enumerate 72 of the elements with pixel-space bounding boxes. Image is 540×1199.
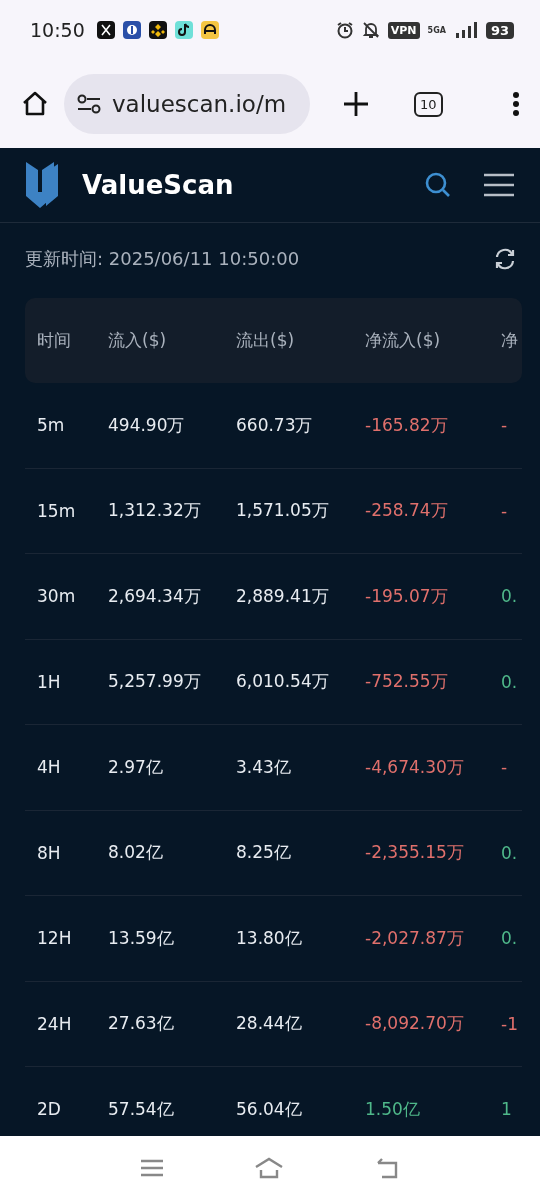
table-cell-text: 8H [37,842,62,863]
alarm-icon [335,21,354,39]
new-tab-icon[interactable] [342,90,370,118]
table-cell-text: 0. [501,928,519,949]
status-time: 10:50 [30,19,85,41]
table-cell-text: 27.63亿 [108,1012,175,1036]
table-cell-text: -165.82万 [365,413,449,437]
table-cell-text: -258.74万 [365,499,449,523]
column-header: 流入($) [108,329,168,352]
app-icon [174,21,193,39]
battery-level: 93 [485,21,514,39]
table-cell-text: 494.90万 [108,413,186,437]
update-time: 更新时间: 2025/06/11 10:50:00 [25,247,301,271]
brand-name: ValueScan [82,170,234,200]
table-cell-text: - [501,500,509,521]
table-cell-text: 1,312.32万 [108,499,202,523]
network-label: 5GA [427,25,446,35]
column-header: 净流入($) [365,329,442,352]
table-cell-text: 660.73万 [236,413,314,437]
table-cell-text: - [501,757,509,778]
app-icon [148,21,167,39]
table-cell-text: 0. [501,586,519,607]
app-icon [96,21,115,39]
table-cell-text: - [501,415,509,436]
table-cell-text: 13.80亿 [236,926,303,950]
table-cell-text: 1 [501,1099,513,1120]
table-cell-text: 4H [37,757,62,778]
table-cell-text: 56.04亿 [236,1097,303,1121]
table-cell-text: 5,257.99万 [108,670,202,694]
table-cell-text: 30m [37,586,77,607]
table-cell-text: 5m [37,415,66,436]
site-settings-icon[interactable] [76,93,102,115]
table-cell-text: 13.59亿 [108,926,175,950]
app-icon [200,21,219,39]
more-icon[interactable] [512,91,520,117]
vpn-badge: VPN [387,21,420,39]
table-cell-text: -4,674.30万 [365,755,465,779]
table-cell-text: 1H [37,671,62,692]
table-cell-text: 2,889.41万 [236,584,330,608]
table-cell-text: -1 [501,1013,519,1034]
tab-count[interactable]: 10 [414,91,443,117]
table-cell-text: 6,010.54万 [236,670,330,694]
table-cell-text: 24H [37,1013,73,1034]
column-header: 净 [501,329,519,352]
app-icon [122,21,141,39]
table-cell-text: 1.50亿 [365,1097,421,1121]
table-cell-text: 0. [501,671,519,692]
table-cell-text: -2,027.87万 [365,926,465,950]
table-cell-text: 1,571.05万 [236,499,330,523]
table-cell-text: 0. [501,842,519,863]
table-cell-text: -2,355.15万 [365,841,465,865]
table-cell-text: -195.07万 [365,584,449,608]
table-cell-text: 57.54亿 [108,1097,175,1121]
table-cell-text: 3.43亿 [236,755,292,779]
column-header: 流出($) [236,329,296,352]
table-cell-text: -8,092.70万 [365,1012,465,1036]
muted-bell-icon [361,21,380,39]
table-cell-text: 15m [37,500,77,521]
address-bar[interactable]: valuescan.io/m [64,74,310,134]
table-cell-text: 2D [37,1099,62,1120]
menu-icon[interactable] [484,173,514,197]
column-header: 时间 [37,329,72,352]
table-cell-text: 12H [37,928,73,949]
table-cell-text: 8.25亿 [236,841,292,865]
table-cell-text: 2.97亿 [108,755,164,779]
table-cell-text: 28.44亿 [236,1012,303,1036]
table-cell-text: 8.02亿 [108,841,164,865]
table-cell-text: 2,694.34万 [108,584,202,608]
table-cell-text: -752.55万 [365,670,449,694]
refresh-icon[interactable] [494,248,516,270]
search-icon[interactable] [424,171,452,199]
signal-icon [453,22,478,38]
